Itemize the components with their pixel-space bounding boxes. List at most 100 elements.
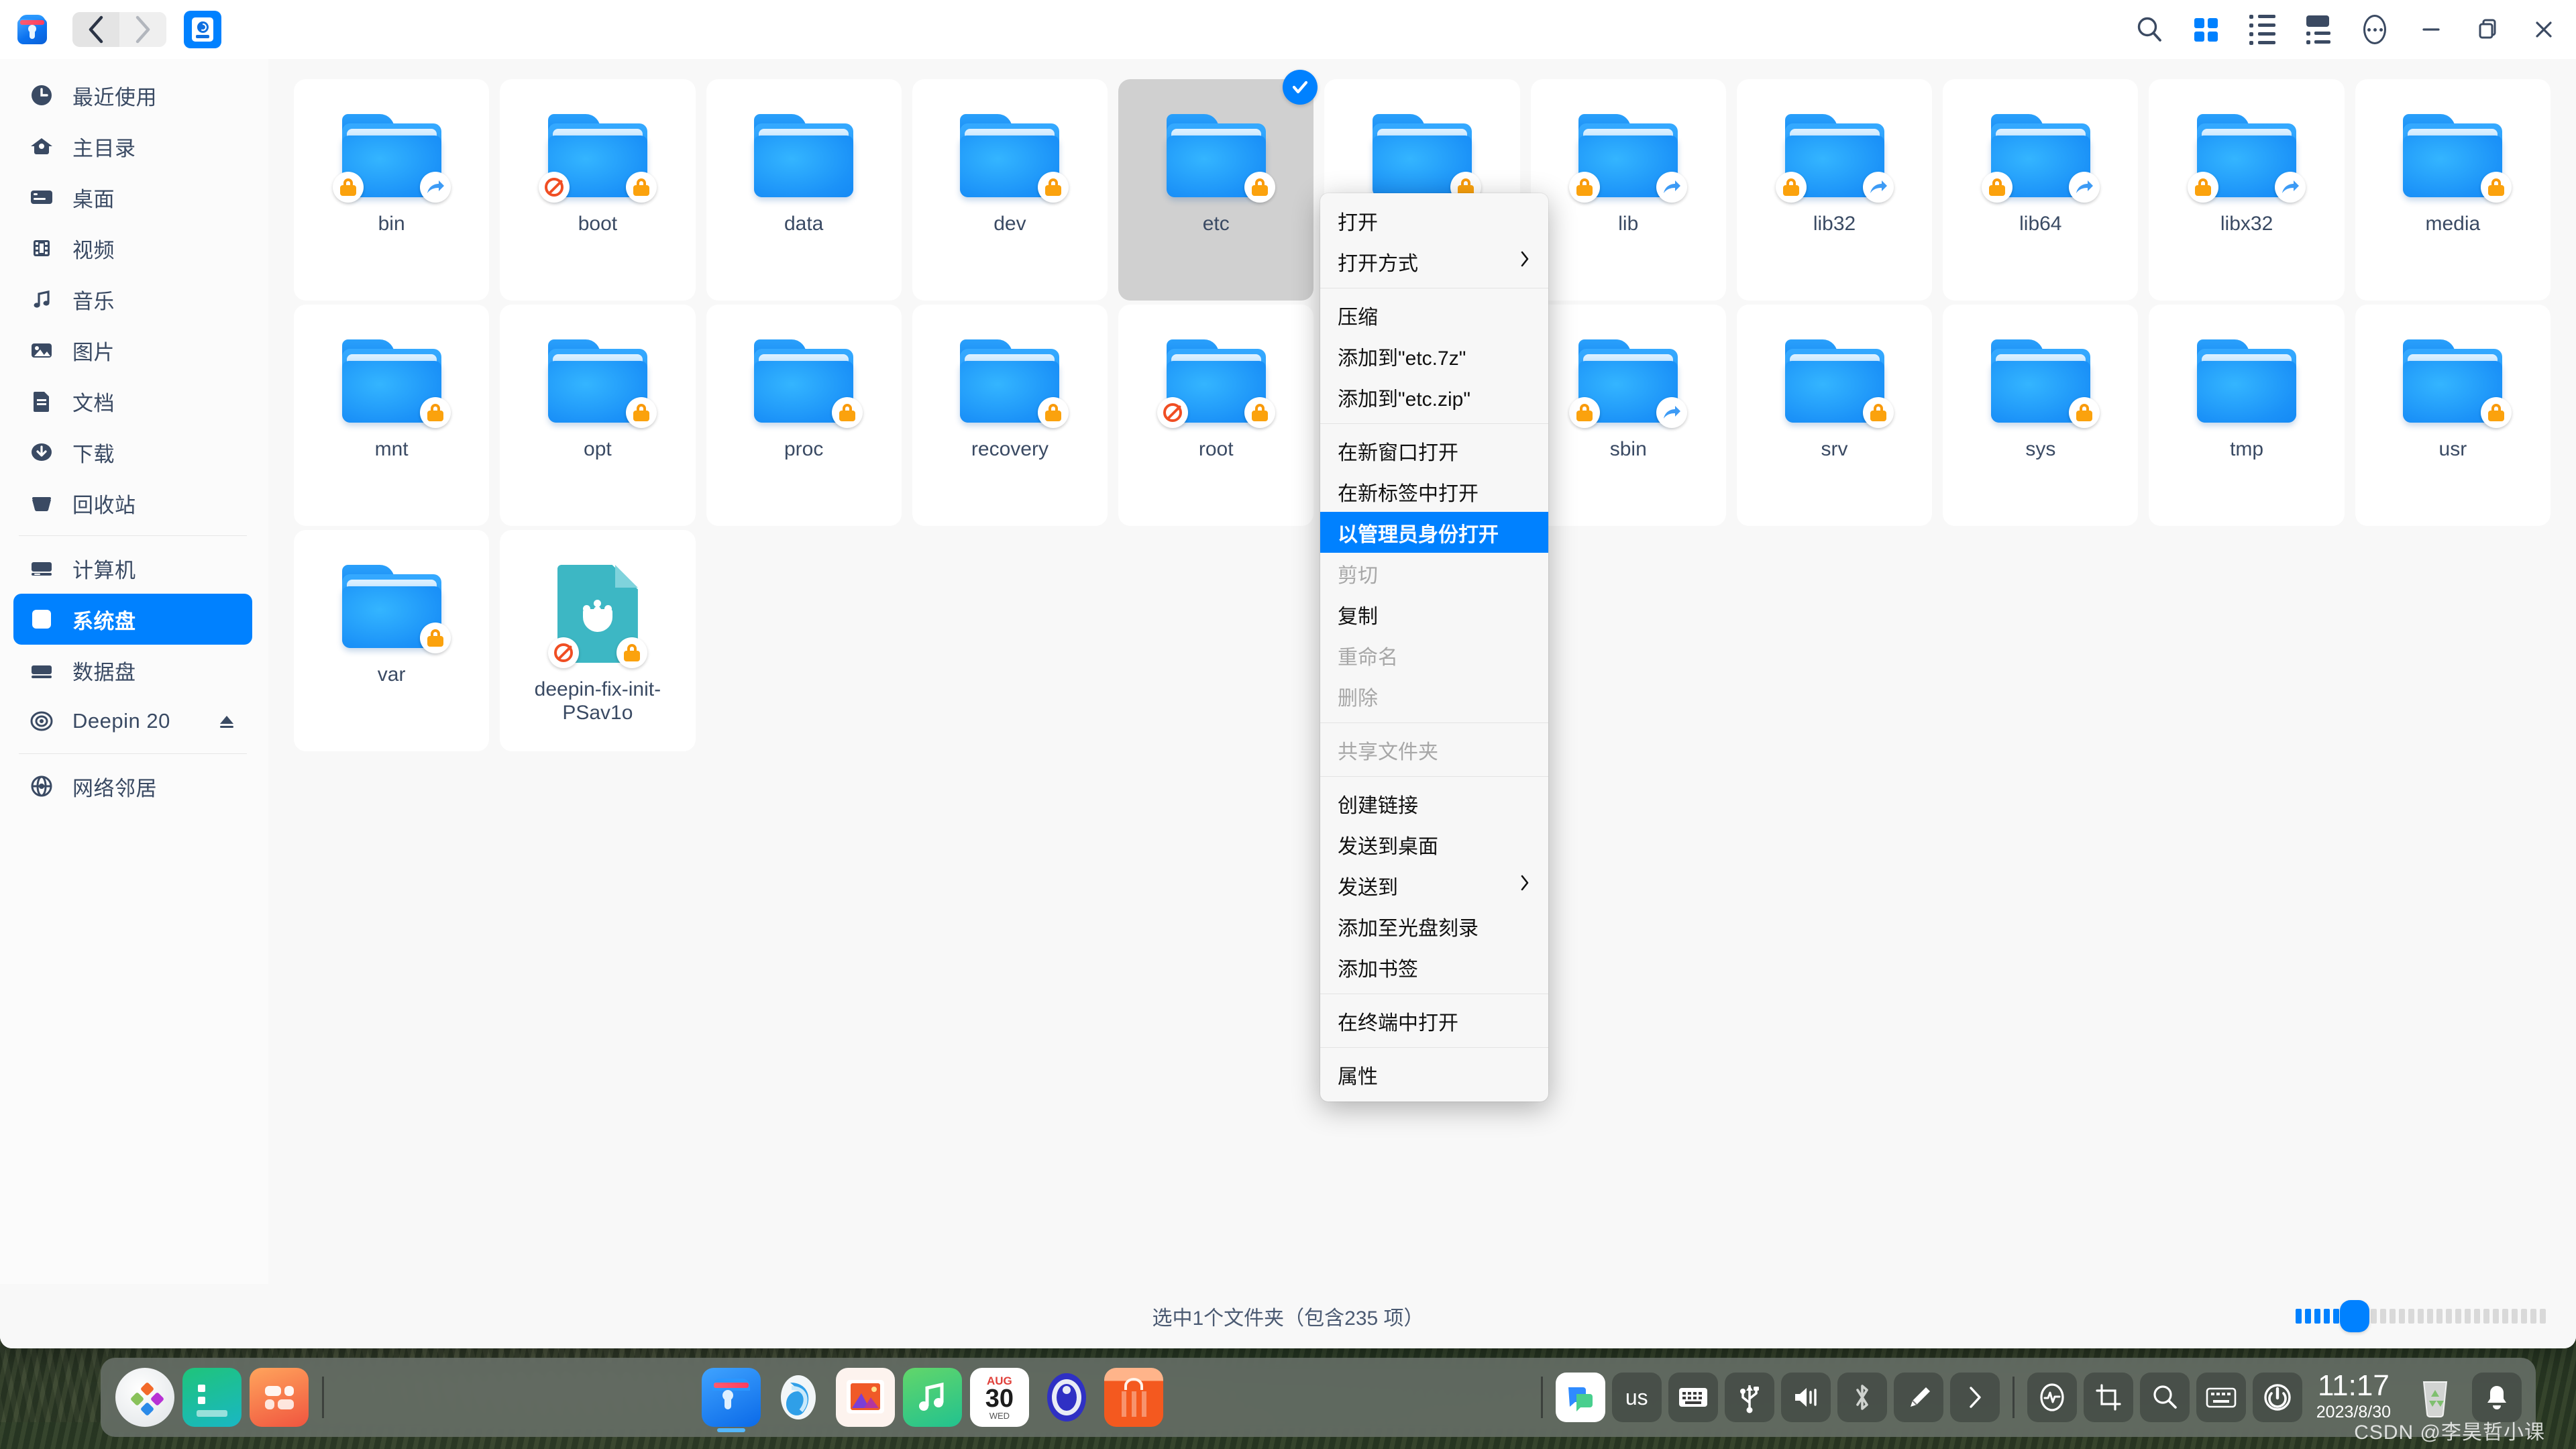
tray-expand-button[interactable] [1949,1373,2000,1422]
sidebar-item-音乐[interactable]: 音乐 [13,274,252,325]
context-menu-item[interactable]: 发送到 [1320,865,1548,906]
more-options-button[interactable] [2347,0,2403,59]
folder-item[interactable]: media [2355,79,2551,301]
onscreen-keyboard-tray-button[interactable] [1668,1373,1718,1422]
item-label: sbin [1609,438,1647,460]
dock-search-button[interactable] [2139,1373,2190,1422]
icon-size-slider[interactable] [2296,1300,2549,1332]
search-button[interactable] [2121,0,2178,59]
context-menu-item[interactable]: 添加书签 [1320,947,1548,987]
sidebar-item-计算机[interactable]: 计算机 [13,543,252,594]
system-monitor-button[interactable] [2027,1373,2077,1422]
folder-item[interactable]: lib64 [1943,79,2139,301]
folder-item[interactable]: opt [500,305,696,526]
slider-tick [2455,1309,2461,1324]
context-menu-separator [1320,1047,1548,1048]
maximize-button[interactable] [2459,0,2516,59]
sidebar-item-数据盘[interactable]: 数据盘 [13,645,252,696]
context-menu-item[interactable]: 打开 [1320,200,1548,241]
context-menu-item[interactable]: 添加到"etc.zip" [1320,376,1548,417]
folder-item[interactable]: sbin [1530,305,1726,526]
folder-item[interactable]: mnt [294,305,490,526]
context-menu-item[interactable]: 创建链接 [1320,783,1548,824]
minimize-button[interactable] [2403,0,2459,59]
back-button[interactable] [72,12,119,47]
bluetooth-tray-button[interactable] [1837,1373,1887,1422]
power-button[interactable] [2252,1373,2302,1422]
sidebar-item-下载[interactable]: 下载 [13,427,252,478]
sidebar-item-桌面[interactable]: 桌面 [13,172,252,223]
icon-view-icon [2194,17,2218,42]
sidebar-item-网络邻居[interactable]: 网络邻居 [13,761,252,812]
app-grid-button[interactable] [250,1368,309,1427]
notifications-button[interactable] [2472,1373,2522,1422]
context-menu-item[interactable]: 在新标签中打开 [1320,471,1548,512]
folder-item[interactable]: usr [2355,305,2551,526]
folder-item[interactable]: tmp [2149,305,2345,526]
browser-dock-button[interactable] [769,1368,828,1427]
music-player-dock-button[interactable] [902,1368,962,1427]
folder-item[interactable]: dev [912,79,1108,301]
folder-item[interactable]: libx32 [2149,79,2345,301]
bell-icon [2487,1386,2506,1409]
sidebar-item-最近使用[interactable]: 最近使用 [13,70,252,121]
folder-item[interactable]: proc [706,305,902,526]
context-menu-item[interactable]: 打开方式 [1320,241,1548,282]
sidebar-item-图片[interactable]: 图片 [13,325,252,376]
context-menu-item[interactable]: 属性 [1320,1054,1548,1095]
folder-item[interactable]: var [294,530,490,751]
sidebar-item-视频[interactable]: 视频 [13,223,252,274]
detail-view-button[interactable] [2290,0,2347,59]
list-view-button[interactable] [2234,0,2290,59]
symlink-badge-icon [1656,397,1688,428]
symlink-badge-icon [419,172,451,203]
terminal-button[interactable] [182,1368,241,1427]
context-menu-item[interactable]: 在新窗口打开 [1320,430,1548,471]
context-menu-item[interactable]: 添加到"etc.7z" [1320,335,1548,376]
dock-keyboard-button[interactable] [2196,1373,2246,1422]
keyboard-layout-tray-button[interactable]: us [1611,1373,1662,1422]
eject-icon[interactable] [215,711,239,731]
folder-item[interactable]: data [706,79,902,301]
folder-item[interactable]: sys [1943,305,2139,526]
sidebar-item-回收站[interactable]: 回收站 [13,478,252,529]
icon-size-slider-handle[interactable] [2340,1300,2369,1332]
icon-view-button[interactable] [2178,0,2234,59]
folder-item[interactable]: boot [500,79,696,301]
context-menu-item[interactable]: 发送到桌面 [1320,824,1548,865]
breadcrumb-system-disk[interactable] [184,11,221,48]
app-store-dock-button[interactable] [1104,1368,1163,1427]
close-button[interactable] [2516,0,2572,59]
settings-dock-button[interactable] [1037,1368,1096,1427]
context-menu-item-label: 添加到"etc.7z" [1338,347,1466,370]
calendar-dock-button[interactable]: AUG 30 WED [969,1368,1029,1427]
screenshot-button[interactable] [2083,1373,2133,1422]
screen-capture-tray-button[interactable] [1555,1373,1605,1422]
folder-item[interactable]: lib32 [1736,79,1933,301]
context-menu-item[interactable]: 在终端中打开 [1320,1000,1548,1041]
forward-button[interactable] [119,12,166,47]
image-viewer-dock-button[interactable] [835,1368,895,1427]
folder-item[interactable]: recovery [912,305,1108,526]
folder-item[interactable]: root [1118,305,1314,526]
sidebar-item-主目录[interactable]: 主目录 [13,121,252,172]
launcher-button[interactable] [115,1368,174,1427]
image-viewer-icon [846,1380,884,1413]
folder-item[interactable]: bin [294,79,490,301]
sidebar-item-Deepin-20[interactable]: Deepin 20 [13,696,252,747]
context-menu-item[interactable]: 压缩 [1320,294,1548,335]
context-menu-item[interactable]: 以管理员身份打开 [1320,512,1548,553]
file-manager-dock-button[interactable] [701,1368,761,1432]
folder-item[interactable]: srv [1736,305,1933,526]
volume-tray-button[interactable] [1780,1373,1831,1422]
sidebar-item-文档[interactable]: 文档 [13,376,252,427]
context-menu[interactable]: 打开 打开方式压缩添加到"etc.7z" 添加到"etc.zip" 在新窗口打开 在新标… [1320,193,1548,1102]
brush-tray-button[interactable] [1893,1373,1943,1422]
context-menu-item[interactable]: 复制 [1320,594,1548,635]
usb-tray-button[interactable] [1724,1373,1774,1422]
context-menu-item[interactable]: 添加至光盘刻录 [1320,906,1548,947]
sidebar-item-系统盘[interactable]: 系统盘 [13,594,252,645]
file-item[interactable]: deepin-fix-init-PSav1o [500,530,696,751]
folder-item[interactable]: lib [1530,79,1726,301]
folder-item[interactable]: etc [1118,70,1318,301]
